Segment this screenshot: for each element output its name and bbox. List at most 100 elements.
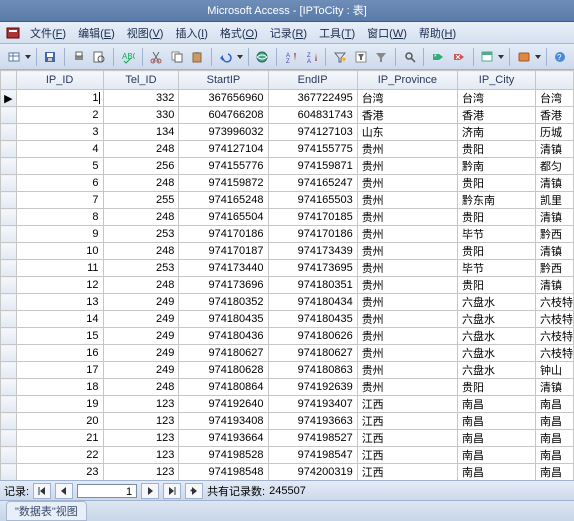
cell[interactable]: 6	[16, 175, 103, 192]
row-selector[interactable]	[1, 124, 17, 141]
cell[interactable]: 248	[103, 209, 179, 226]
cell[interactable]: 974193407	[268, 396, 357, 413]
view-button[interactable]	[4, 46, 24, 68]
nav-next-button[interactable]	[141, 483, 159, 499]
cell[interactable]: 974198527	[268, 430, 357, 447]
cell[interactable]: 974180864	[179, 379, 268, 396]
cell[interactable]: 江西	[357, 430, 457, 447]
cell[interactable]: 清镇	[536, 209, 574, 226]
row-selector[interactable]	[1, 311, 17, 328]
cell[interactable]: 249	[103, 362, 179, 379]
cell[interactable]: 山东	[357, 124, 457, 141]
cell[interactable]: 249	[103, 345, 179, 362]
cell[interactable]: 六枝特	[536, 328, 574, 345]
cell[interactable]: 香港	[357, 107, 457, 124]
cell[interactable]: 清镇	[536, 243, 574, 260]
office-button[interactable]	[514, 46, 534, 68]
row-selector[interactable]	[1, 413, 17, 430]
nav-new-button[interactable]: *	[185, 483, 203, 499]
row-selector[interactable]	[1, 430, 17, 447]
sort-asc-button[interactable]: AZ	[281, 46, 301, 68]
column-header[interactable]: StartIP	[179, 71, 268, 90]
column-header[interactable]: EndIP	[268, 71, 357, 90]
cell[interactable]: 974180627	[268, 345, 357, 362]
dropdown-icon[interactable]	[25, 55, 32, 59]
cell[interactable]: 249	[103, 328, 179, 345]
filter-selection-button[interactable]	[330, 46, 350, 68]
cell[interactable]: 贵阳	[458, 141, 536, 158]
cell[interactable]: 贵阳	[458, 209, 536, 226]
cell[interactable]: 123	[103, 413, 179, 430]
cell[interactable]: 南昌	[536, 464, 574, 481]
cell[interactable]: 253	[103, 260, 179, 277]
cell[interactable]: 367656960	[179, 90, 268, 107]
cell[interactable]: 南昌	[458, 413, 536, 430]
cell[interactable]: 15	[16, 328, 103, 345]
print-preview-button[interactable]	[90, 46, 110, 68]
cell[interactable]: 贵州	[357, 362, 457, 379]
row-selector[interactable]	[1, 362, 17, 379]
cell[interactable]: 249	[103, 294, 179, 311]
cell[interactable]: 974180435	[179, 311, 268, 328]
cell[interactable]: 974173695	[268, 260, 357, 277]
cell[interactable]: 贵州	[357, 158, 457, 175]
cell[interactable]: 248	[103, 379, 179, 396]
cell[interactable]: 18	[16, 379, 103, 396]
cell[interactable]: 123	[103, 396, 179, 413]
cell[interactable]: 毕节	[458, 260, 536, 277]
cell[interactable]: 13	[16, 294, 103, 311]
cell[interactable]: 江西	[357, 464, 457, 481]
new-record-button[interactable]: *	[428, 46, 448, 68]
cell[interactable]: 974170187	[179, 243, 268, 260]
cell[interactable]: 江西	[357, 413, 457, 430]
cell[interactable]: 248	[103, 277, 179, 294]
cell[interactable]: 3	[16, 124, 103, 141]
cell[interactable]: 清镇	[536, 141, 574, 158]
cell[interactable]: 974165504	[179, 209, 268, 226]
cell[interactable]: 10	[16, 243, 103, 260]
dropdown-icon[interactable]	[534, 55, 541, 59]
cell[interactable]: 248	[103, 243, 179, 260]
cell[interactable]: 253	[103, 226, 179, 243]
menu-e[interactable]: 编辑(E)	[72, 23, 121, 43]
cell[interactable]: 台湾	[536, 90, 574, 107]
menu-w[interactable]: 窗口(W)	[361, 23, 413, 43]
cell[interactable]: 974192640	[179, 396, 268, 413]
cell[interactable]: 974193663	[268, 413, 357, 430]
row-selector[interactable]	[1, 396, 17, 413]
cell[interactable]: 973996032	[179, 124, 268, 141]
cell[interactable]: 黔南	[458, 158, 536, 175]
cell[interactable]: 六盘水	[458, 311, 536, 328]
cell[interactable]: 都匀	[536, 158, 574, 175]
cell[interactable]: 六盘水	[458, 362, 536, 379]
dropdown-icon[interactable]	[237, 55, 244, 59]
row-selector[interactable]	[1, 107, 17, 124]
row-selector[interactable]	[1, 141, 17, 158]
cell[interactable]: 7	[16, 192, 103, 209]
cell[interactable]: 南昌	[458, 447, 536, 464]
delete-record-button[interactable]	[449, 46, 469, 68]
row-selector[interactable]: ▶	[1, 90, 17, 107]
cell[interactable]: 974165503	[268, 192, 357, 209]
menu-i[interactable]: 插入(I)	[169, 23, 213, 43]
cell[interactable]: 974173696	[179, 277, 268, 294]
cell[interactable]: 19	[16, 396, 103, 413]
cell[interactable]: 974180352	[179, 294, 268, 311]
cell[interactable]: 974200319	[268, 464, 357, 481]
row-selector[interactable]	[1, 379, 17, 396]
cell[interactable]: 9	[16, 226, 103, 243]
menu-r[interactable]: 记录(R)	[264, 23, 313, 43]
cell[interactable]: 凯里	[536, 192, 574, 209]
cell[interactable]: 974193408	[179, 413, 268, 430]
cell[interactable]: 台湾	[458, 90, 536, 107]
cell[interactable]: 974170186	[268, 226, 357, 243]
cell[interactable]: 8	[16, 209, 103, 226]
column-header[interactable]	[536, 71, 574, 90]
cell[interactable]: 974198547	[268, 447, 357, 464]
cell[interactable]: 贵州	[357, 379, 457, 396]
cell[interactable]: 974180626	[268, 328, 357, 345]
cell[interactable]: 974159871	[268, 158, 357, 175]
cell[interactable]: 2	[16, 107, 103, 124]
cell[interactable]: 黔西	[536, 260, 574, 277]
cell[interactable]: 248	[103, 141, 179, 158]
